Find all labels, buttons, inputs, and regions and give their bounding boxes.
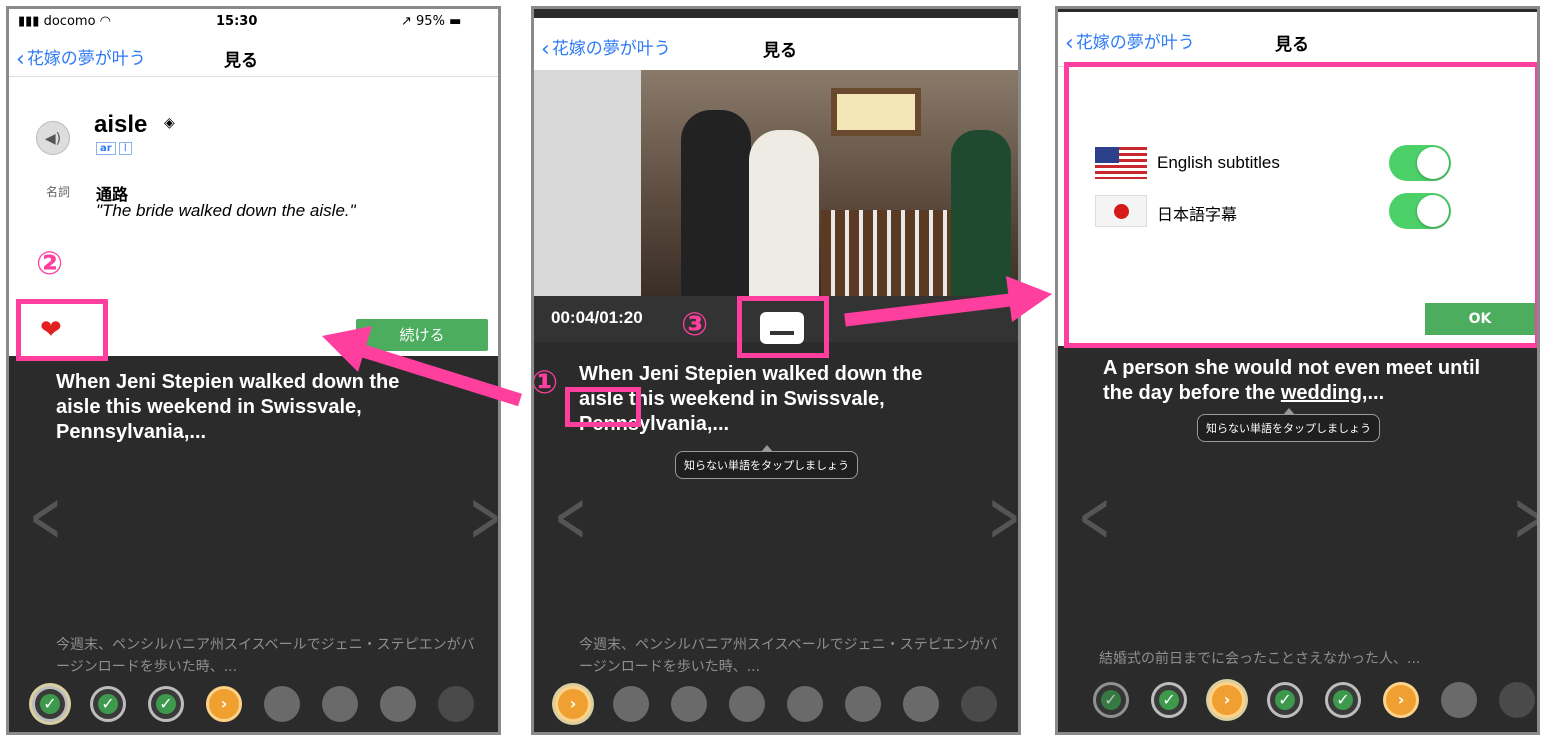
tap-hint-tooltip: 知らない単語をタップしましょう bbox=[675, 445, 858, 479]
nav-bar: ‹ 花嫁の夢が叶う 見る bbox=[1055, 12, 1540, 66]
highlight-heart bbox=[16, 299, 108, 361]
progress-dot-done[interactable]: ✓ bbox=[148, 686, 184, 722]
status-bar: ▮▮▮ docomo ◠ 15:30 ↗ 95% ▬ bbox=[6, 6, 501, 36]
word-card: ◀) aisle ◈ ar l 名詞 通路 "The bride walked … bbox=[6, 76, 501, 361]
back-button[interactable]: ‹ 花嫁の夢が叶う bbox=[16, 44, 146, 72]
continue-button[interactable]: 続ける bbox=[356, 319, 488, 351]
chevron-left-icon: ‹ bbox=[16, 47, 25, 72]
part-of-speech: 名詞 bbox=[46, 185, 71, 199]
subtitle-japanese: 今週末、ペンシルバニア州スイスベールでジェニ・ステピエンがバージンロードを歩いた… bbox=[56, 637, 475, 675]
progress-dot-done[interactable]: ✓ bbox=[90, 686, 126, 722]
progress-dot[interactable] bbox=[380, 686, 416, 722]
progress-dot-current[interactable]: › bbox=[1209, 682, 1245, 718]
chevron-left-icon: ‹ bbox=[541, 37, 550, 62]
page-title: 見る bbox=[224, 51, 258, 71]
subtitle-english[interactable]: A person she would not even meet until t… bbox=[1103, 356, 1513, 406]
play-icon: › bbox=[220, 694, 228, 713]
highlight-word bbox=[565, 387, 641, 427]
chevron-right-icon[interactable]: > bbox=[1513, 476, 1540, 558]
check-icon: ✓ bbox=[159, 694, 173, 713]
example-sentence: "The bride walked down the aisle." bbox=[96, 201, 356, 220]
subtitle-japanese: 今週末、ペンシルバニア州スイスベールでジェニ・ステピエンがバージンロードを歩いた… bbox=[579, 637, 998, 675]
subtitle-english[interactable]: When Jeni Stepien walked down the aisle … bbox=[579, 362, 999, 437]
check-icon: ✓ bbox=[1104, 690, 1118, 709]
progress-dots: ✓ ✓ › ✓ ✓ › bbox=[1055, 682, 1540, 722]
progress-dot[interactable] bbox=[1499, 682, 1535, 718]
chevron-left-icon: ‹ bbox=[1065, 31, 1074, 56]
page-title: 見る bbox=[763, 41, 797, 61]
progress-dot-done[interactable]: ✓ bbox=[1151, 682, 1187, 718]
pews bbox=[821, 210, 951, 296]
marker-1: ① bbox=[531, 363, 559, 401]
progress-dot[interactable] bbox=[613, 686, 649, 722]
back-button[interactable]: ‹ 花嫁の夢が叶う bbox=[1065, 28, 1195, 56]
progress-dots: ✓ ✓ ✓ › bbox=[6, 686, 501, 726]
tapped-word[interactable]: wedding bbox=[1281, 382, 1362, 404]
progress-dot-done[interactable]: ✓ bbox=[1267, 682, 1303, 718]
signal-carrier: ▮▮▮ docomo ◠ bbox=[18, 14, 112, 29]
progress-dot[interactable] bbox=[264, 686, 300, 722]
progress-dot-done[interactable]: ✓ bbox=[32, 686, 68, 722]
doorway bbox=[531, 70, 641, 296]
guest-figure bbox=[951, 130, 1011, 296]
progress-dot[interactable] bbox=[903, 686, 939, 722]
chevron-left-icon[interactable]: < bbox=[29, 476, 61, 558]
check-icon: ✓ bbox=[1162, 690, 1176, 709]
bride-figure bbox=[749, 130, 819, 296]
back-button[interactable]: ‹ 花嫁の夢が叶う bbox=[541, 34, 671, 62]
progress-dot[interactable] bbox=[438, 686, 474, 722]
tap-hint-tooltip: 知らない単語をタップしましょう bbox=[1197, 408, 1380, 442]
subtitle-line: When Jeni Stepien walked down the bbox=[579, 363, 923, 385]
subtitle-english[interactable]: When Jeni Stepien walked down the aisle … bbox=[56, 370, 436, 445]
page-title: 見る bbox=[1275, 35, 1309, 55]
speaker-small-icon: ◈ bbox=[164, 115, 175, 131]
word-heading: aisle bbox=[94, 111, 148, 138]
subtitle-line: aisle this weekend in Swissvale, bbox=[579, 388, 885, 410]
progress-dot[interactable] bbox=[845, 686, 881, 722]
subtitle-line: Pennsylvania,... bbox=[579, 413, 730, 435]
progress-dot[interactable] bbox=[1441, 682, 1477, 718]
play-icon: › bbox=[569, 694, 577, 713]
nav-bar: ‹ 花嫁の夢が叶う 見る bbox=[6, 36, 501, 76]
progress-dot[interactable] bbox=[671, 686, 707, 722]
groom-figure bbox=[681, 110, 751, 296]
pronunciation: ar l bbox=[96, 142, 132, 155]
marker-2: ② bbox=[36, 244, 64, 282]
progress-dot-done[interactable]: ✓ bbox=[1325, 682, 1361, 718]
marker-3: ③ bbox=[681, 305, 709, 343]
check-icon: ✓ bbox=[1278, 690, 1292, 709]
play-icon: › bbox=[1223, 690, 1231, 709]
chevron-right-icon[interactable]: > bbox=[469, 476, 501, 558]
chevron-right-icon[interactable]: > bbox=[988, 476, 1020, 558]
progress-dot[interactable] bbox=[787, 686, 823, 722]
progress-dot[interactable]: › bbox=[1383, 682, 1419, 718]
chevron-left-icon[interactable]: < bbox=[554, 476, 586, 558]
highlight-settings bbox=[1064, 62, 1540, 348]
check-icon: ✓ bbox=[43, 694, 57, 713]
video-frame[interactable] bbox=[531, 70, 1021, 296]
church-window bbox=[831, 88, 921, 136]
nav-bar: ‹ 花嫁の夢が叶う 見る bbox=[531, 18, 1021, 70]
progress-dot-current[interactable]: › bbox=[555, 686, 591, 722]
panel-subtitle-settings: ‹ 花嫁の夢が叶う 見る English subtitles 日本語字幕 OK A… bbox=[1055, 6, 1540, 735]
panel-video-player: ‹ 花嫁の夢が叶う 見る 00:04/01:20 ③ ① When Jeni St… bbox=[531, 6, 1021, 735]
progress-dot-current[interactable]: › bbox=[206, 686, 242, 722]
status-battery: ↗ 95% ▬ bbox=[401, 14, 462, 29]
speaker-icon[interactable]: ◀) bbox=[36, 121, 70, 155]
timecode: 00:04/01:20 bbox=[551, 308, 643, 327]
play-icon: › bbox=[1397, 690, 1405, 709]
progress-dot-done[interactable]: ✓ bbox=[1093, 682, 1129, 718]
progress-dot[interactable] bbox=[322, 686, 358, 722]
check-icon: ✓ bbox=[101, 694, 115, 713]
check-icon: ✓ bbox=[1336, 690, 1350, 709]
progress-dot[interactable] bbox=[961, 686, 997, 722]
progress-dots: › bbox=[531, 686, 1021, 726]
progress-dot[interactable] bbox=[729, 686, 765, 722]
subtitle-japanese: 結婚式の前日までに会ったことさえなかった人、... bbox=[1099, 651, 1421, 667]
status-time: 15:30 bbox=[216, 14, 258, 29]
panel-word-detail: ▮▮▮ docomo ◠ 15:30 ↗ 95% ▬ ‹ 花嫁の夢が叶う 見る ◀… bbox=[6, 6, 501, 735]
highlight-subtitle-button bbox=[737, 296, 829, 358]
chevron-left-icon[interactable]: < bbox=[1078, 476, 1110, 558]
